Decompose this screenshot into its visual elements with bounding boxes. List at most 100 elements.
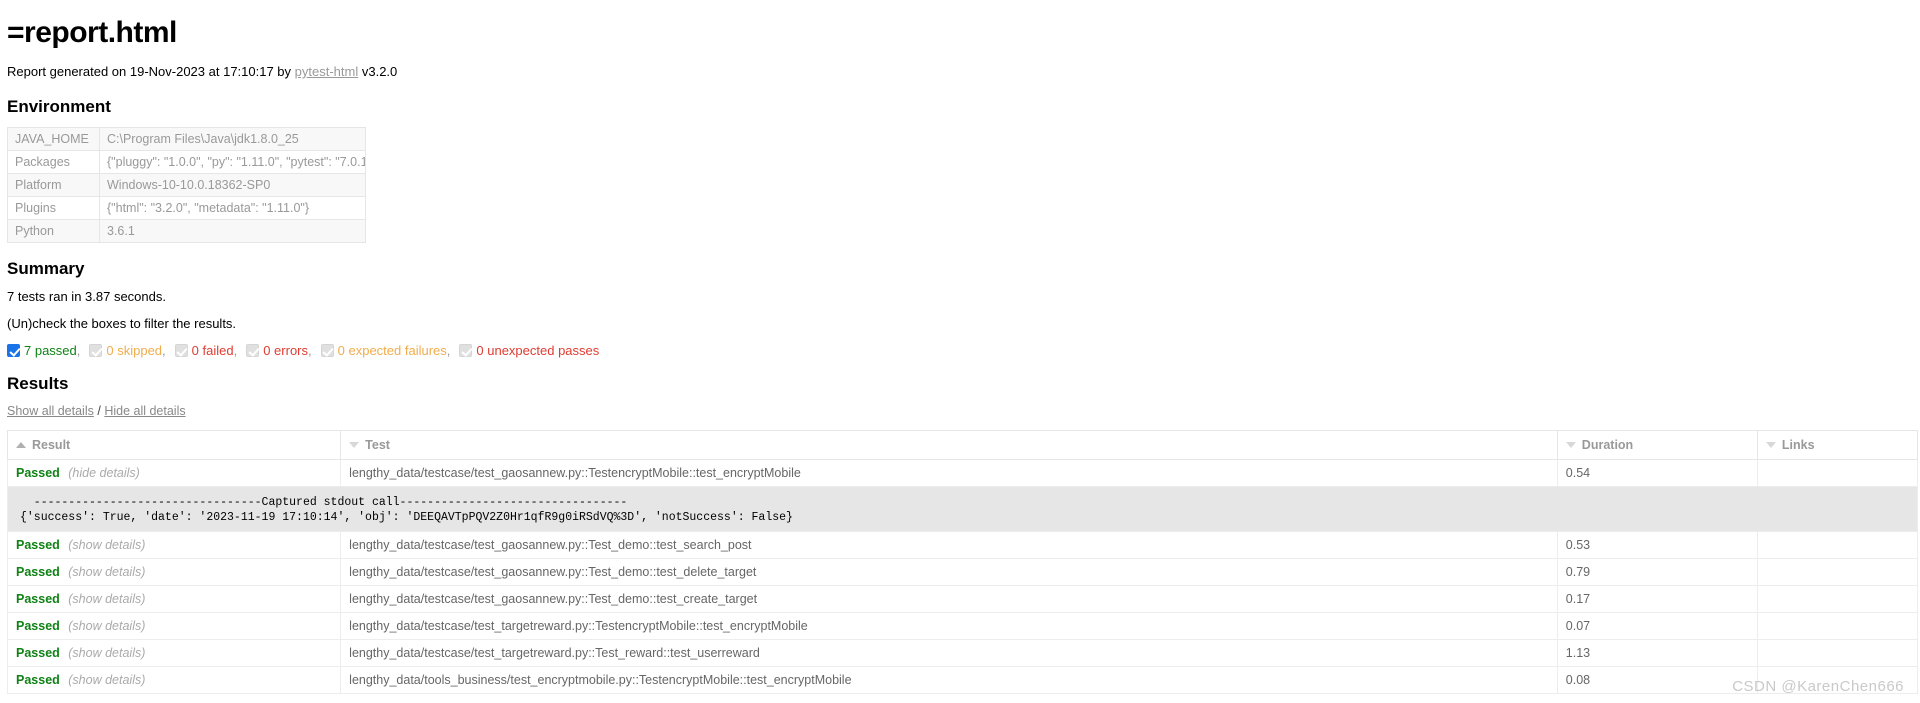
checkbox-skipped-icon[interactable] bbox=[89, 344, 103, 357]
filter-expected-failures[interactable]: 0 expected failures , bbox=[320, 343, 451, 358]
table-row: Passed (show details) lengthy_data/tools… bbox=[6, 666, 1919, 694]
table-row: JAVA_HOME C:\Program Files\Java\jdk1.8.0… bbox=[7, 127, 366, 151]
column-header-duration-label: Duration bbox=[1581, 438, 1634, 452]
watermark: CSDN @KarenChen666 bbox=[1732, 678, 1904, 695]
toggle-details-link[interactable]: (show details) bbox=[68, 565, 145, 579]
filter-skipped[interactable]: 0 skipped , bbox=[89, 343, 166, 358]
toggle-details-link[interactable]: (show details) bbox=[68, 646, 145, 660]
test-name-cell: lengthy_data/testcase/test_gaosannew.py:… bbox=[340, 459, 1558, 487]
duration-cell: 0.08 bbox=[1556, 666, 1758, 694]
sort-descending-icon bbox=[1765, 442, 1776, 448]
results-header-row: Result Test Duration Links bbox=[6, 430, 1919, 460]
environment-key: Platform bbox=[7, 173, 100, 197]
column-header-result[interactable]: Result bbox=[6, 430, 341, 460]
duration-cell: 0.53 bbox=[1556, 531, 1758, 559]
hide-all-details-link[interactable]: Hide all details bbox=[104, 404, 185, 418]
filter-expected-failures-label: 0 expected failures bbox=[337, 343, 447, 358]
duration-cell: 0.07 bbox=[1556, 612, 1758, 640]
environment-tbody: JAVA_HOME C:\Program Files\Java\jdk1.8.0… bbox=[7, 127, 366, 243]
results-tbody: Passed (hide details) lengthy_data/testc… bbox=[6, 459, 1919, 694]
duration-cell: 0.54 bbox=[1556, 459, 1758, 487]
result-cell: Passed (show details) bbox=[6, 531, 341, 559]
generated-prefix: Report generated on 19-Nov-2023 at 17:10… bbox=[7, 64, 295, 79]
links-cell bbox=[1756, 585, 1919, 613]
checkbox-failed-icon[interactable] bbox=[174, 344, 188, 357]
table-row: Passed (show details) lengthy_data/testc… bbox=[6, 585, 1919, 613]
details-link-separator: / bbox=[97, 404, 101, 418]
status-badge: Passed bbox=[16, 646, 60, 660]
environment-table: JAVA_HOME C:\Program Files\Java\jdk1.8.0… bbox=[7, 127, 366, 243]
links-cell bbox=[1756, 639, 1919, 667]
filter-errors[interactable]: 0 errors , bbox=[246, 343, 312, 358]
sort-descending-icon bbox=[1565, 442, 1576, 448]
results-heading: Results bbox=[7, 374, 69, 393]
toggle-details-link[interactable]: (show details) bbox=[68, 538, 145, 552]
results-thead: Result Test Duration Links bbox=[6, 430, 1919, 460]
page-title: =report.html bbox=[7, 16, 177, 49]
result-cell: Passed (show details) bbox=[6, 612, 341, 640]
checkbox-unexpected-passes-icon[interactable] bbox=[459, 344, 473, 357]
results-table: Result Test Duration Links Passed (hide … bbox=[6, 430, 1919, 694]
test-name-cell: lengthy_data/testcase/test_targetreward.… bbox=[340, 612, 1558, 640]
generator-version: v3.2.0 bbox=[358, 64, 398, 79]
checkbox-expected-failures-icon[interactable] bbox=[320, 344, 334, 357]
filter-skipped-label: 0 skipped bbox=[106, 343, 163, 358]
column-header-test-label: Test bbox=[365, 438, 390, 452]
filter-unexpected-passes-label: 0 unexpected passes bbox=[476, 343, 600, 358]
summary-run-line: 7 tests ran in 3.87 seconds. bbox=[7, 289, 166, 304]
table-row: Platform Windows-10-10.0.18362-SP0 bbox=[7, 173, 366, 197]
environment-value: Windows-10-10.0.18362-SP0 bbox=[99, 173, 366, 197]
filter-passed[interactable]: 7 passed , bbox=[7, 343, 80, 358]
environment-key: Packages bbox=[7, 150, 100, 174]
column-header-links-label: Links bbox=[1781, 438, 1815, 452]
result-cell: Passed (hide details) bbox=[6, 459, 341, 487]
filter-separator: , bbox=[233, 343, 238, 358]
report-page: =report.html Report generated on 19-Nov-… bbox=[0, 0, 1920, 694]
show-all-details-link[interactable]: Show all details bbox=[7, 404, 94, 418]
filter-failed-label: 0 failed bbox=[191, 343, 234, 358]
column-header-test[interactable]: Test bbox=[340, 430, 1558, 460]
column-header-duration[interactable]: Duration bbox=[1556, 430, 1758, 460]
result-cell: Passed (show details) bbox=[6, 639, 341, 667]
links-cell bbox=[1756, 558, 1919, 586]
captured-stdout-log[interactable]: ---------------------------------Capture… bbox=[8, 487, 1917, 531]
filter-separator: , bbox=[308, 343, 312, 358]
filter-failed[interactable]: 0 failed , bbox=[174, 343, 238, 358]
table-row: Passed (show details) lengthy_data/testc… bbox=[6, 531, 1919, 559]
toggle-details-link[interactable]: (show details) bbox=[68, 673, 145, 687]
table-row: Passed (hide details) lengthy_data/testc… bbox=[6, 459, 1919, 487]
status-badge: Passed bbox=[16, 619, 60, 633]
test-name-cell: lengthy_data/testcase/test_gaosannew.py:… bbox=[340, 585, 1558, 613]
result-cell: Passed (show details) bbox=[6, 585, 341, 613]
duration-cell: 0.17 bbox=[1556, 585, 1758, 613]
environment-value: C:\Program Files\Java\jdk1.8.0_25 bbox=[99, 127, 366, 151]
environment-value: 3.6.1 bbox=[99, 219, 366, 243]
generated-line: Report generated on 19-Nov-2023 at 17:10… bbox=[7, 64, 1920, 79]
result-cell: Passed (show details) bbox=[6, 558, 341, 586]
column-header-links[interactable]: Links bbox=[1756, 430, 1919, 460]
log-cell: ---------------------------------Capture… bbox=[7, 486, 1918, 532]
toggle-details-link[interactable]: (hide details) bbox=[68, 466, 140, 480]
filter-separator: , bbox=[76, 343, 81, 358]
table-row: Passed (show details) lengthy_data/testc… bbox=[6, 612, 1919, 640]
toggle-details-link[interactable]: (show details) bbox=[68, 619, 145, 633]
checkbox-passed-icon[interactable] bbox=[7, 344, 20, 357]
filter-separator: , bbox=[162, 343, 166, 358]
status-badge: Passed bbox=[16, 673, 60, 687]
table-row: Plugins {"html": "3.2.0", "metadata": "1… bbox=[7, 196, 366, 220]
summary-heading: Summary bbox=[7, 259, 85, 278]
table-row: Packages {"pluggy": "1.0.0", "py": "1.11… bbox=[7, 150, 366, 174]
toggle-details-link[interactable]: (show details) bbox=[68, 592, 145, 606]
status-badge: Passed bbox=[16, 538, 60, 552]
pytest-html-link[interactable]: pytest-html bbox=[295, 64, 359, 79]
duration-cell: 1.13 bbox=[1556, 639, 1758, 667]
table-row: Python 3.6.1 bbox=[7, 219, 366, 243]
environment-heading: Environment bbox=[7, 97, 111, 116]
table-row: Passed (show details) lengthy_data/testc… bbox=[6, 558, 1919, 586]
result-cell: Passed (show details) bbox=[6, 666, 341, 694]
filter-passed-label: 7 passed bbox=[24, 343, 77, 358]
filter-separator: , bbox=[446, 343, 451, 358]
filter-unexpected-passes[interactable]: 0 unexpected passes bbox=[459, 343, 599, 358]
checkbox-errors-icon[interactable] bbox=[246, 344, 260, 357]
summary-filter-hint: (Un)check the boxes to filter the result… bbox=[7, 316, 237, 331]
